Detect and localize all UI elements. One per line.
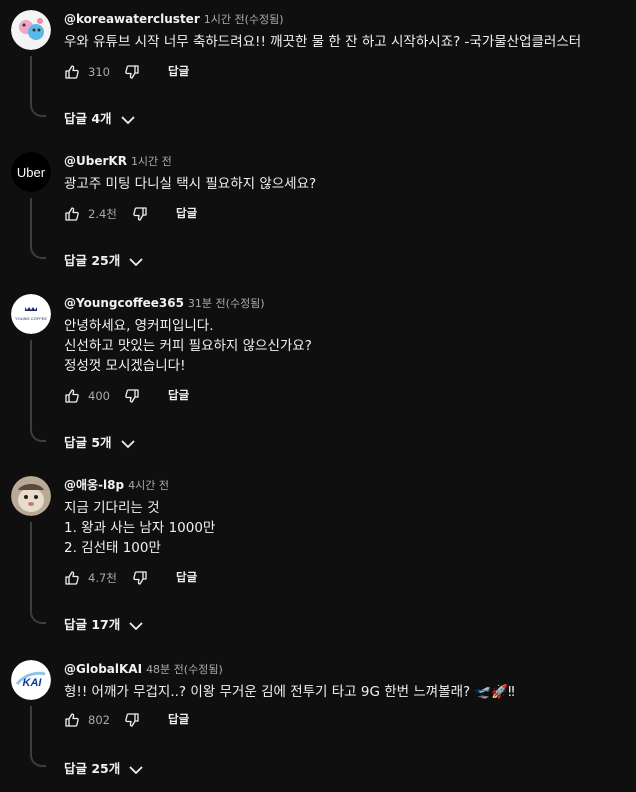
- chevron-down-icon: [120, 115, 135, 124]
- comment-text: 형!! 어깨가 무겁지..? 이왕 무거운 김에 전투기 타고 9G 한번 느껴…: [64, 682, 515, 702]
- like-count: 400: [88, 389, 110, 403]
- comment-author[interactable]: @koreawatercluster: [64, 12, 200, 26]
- thread-line: [30, 522, 46, 624]
- comment-line: 1. 왕과 사는 남자 1000만: [64, 520, 216, 536]
- comment-actions: 802 답글: [64, 710, 364, 730]
- comment-author[interactable]: @GlobalKAI: [64, 662, 142, 676]
- view-replies-button[interactable]: 답글 4개: [64, 108, 136, 128]
- comment-text: 우와 유튜브 시작 너무 축하드려요!! 깨끗한 물 한 잔 하고 시작하시죠?…: [64, 32, 581, 52]
- thumbs-up-icon[interactable]: [64, 712, 80, 728]
- comment-actions: 2.4천 답글: [64, 204, 364, 224]
- comment-line: 우와 유튜브 시작 너무 축하드려요!! 깨끗한 물 한 잔 하고 시작하시죠?…: [64, 34, 582, 50]
- avatar[interactable]: [11, 476, 51, 516]
- view-replies-button[interactable]: 답글 25개: [64, 758, 144, 778]
- comment-actions: 400 답글: [64, 386, 364, 406]
- thumbs-up-icon[interactable]: [64, 206, 80, 222]
- comment-header: @Youngcoffee365 31분 전(수정됨): [64, 295, 265, 312]
- comment-thread: KAI @GlobalKAI 48분 전(수정됨) 형!! 어깨가 무겁지..? …: [0, 650, 636, 792]
- replies-label: 답글 17개: [64, 617, 121, 632]
- reply-button[interactable]: 답글: [168, 387, 189, 403]
- comment-author[interactable]: @애옹-l8p: [64, 478, 124, 492]
- comment-line: 광고주 미팅 다니실 택시 필요하지 않으세요?: [64, 176, 317, 192]
- thread-line: [30, 56, 46, 117]
- thumbs-up-icon[interactable]: [64, 570, 80, 586]
- youngcoffee-logo-text: YOUNG COFFEE: [15, 316, 47, 321]
- thread-line: [30, 340, 46, 442]
- comment-line: 지금 기다리는 것: [64, 500, 160, 516]
- view-replies-button[interactable]: 답글 17개: [64, 614, 144, 634]
- thumbs-down-icon[interactable]: [124, 712, 140, 728]
- comment-time[interactable]: 48분 전(수정됨): [146, 663, 223, 676]
- like-count: 802: [88, 713, 110, 727]
- reply-button[interactable]: 답글: [168, 711, 189, 727]
- comment-time[interactable]: 31분 전(수정됨): [188, 297, 265, 310]
- comment-text: 안녕하세요, 영커피입니다. 신선하고 맛있는 커피 필요하지 않으신가요? 정…: [64, 316, 312, 376]
- comment-thread: @koreawatercluster 1시간 전(수정됨) 우와 유튜브 시작 너…: [0, 0, 636, 140]
- chevron-down-icon: [129, 621, 143, 630]
- comment-text: 지금 기다리는 것 1. 왕과 사는 남자 1000만 2. 김선태 100만: [64, 498, 215, 558]
- thread-line: [30, 198, 46, 259]
- like-count: 2.4천: [88, 207, 117, 221]
- like-count: 4.7천: [88, 571, 117, 585]
- thumbs-down-icon[interactable]: [124, 388, 140, 404]
- reply-button[interactable]: 답글: [176, 569, 197, 585]
- comment-time[interactable]: 1시간 전(수정됨): [204, 13, 284, 26]
- comment-header: @애옹-l8p 4시간 전: [64, 477, 169, 494]
- replies-label: 답글 25개: [64, 253, 121, 268]
- chevron-down-icon: [129, 257, 143, 266]
- replies-label: 답글 5개: [64, 435, 112, 450]
- thumbs-down-icon[interactable]: [124, 64, 140, 80]
- comment-actions: 310 답글: [64, 62, 364, 82]
- comment-line: 2. 김선태 100만: [64, 540, 161, 556]
- like-count: 310: [88, 65, 110, 79]
- replies-label: 답글 25개: [64, 761, 121, 776]
- comment-thread: @애옹-l8p 4시간 전 지금 기다리는 것 1. 왕과 사는 남자 1000만…: [0, 466, 636, 648]
- comment-author[interactable]: @UberKR: [64, 154, 127, 168]
- avatar[interactable]: Uber: [11, 152, 51, 192]
- comment-thread: Uber @UberKR 1시간 전 광고주 미팅 다니실 택시 필요하지 않으세…: [0, 142, 636, 282]
- avatar[interactable]: YOUNG COFFEE: [11, 294, 51, 334]
- kai-logo-text: KAI: [23, 677, 43, 689]
- replies-label: 답글 4개: [64, 111, 112, 126]
- uber-logo-text: Uber: [17, 165, 46, 180]
- comment-line: 정성껏 모시겠습니다!: [64, 358, 186, 374]
- avatar[interactable]: KAI: [11, 660, 51, 700]
- comment-author[interactable]: @Youngcoffee365: [64, 296, 184, 310]
- comment-time[interactable]: 1시간 전: [131, 155, 172, 168]
- comment-header: @UberKR 1시간 전: [64, 153, 172, 170]
- thumbs-up-icon[interactable]: [64, 64, 80, 80]
- reply-button[interactable]: 답글: [176, 205, 197, 221]
- view-replies-button[interactable]: 답글 25개: [64, 250, 144, 270]
- thumbs-down-icon[interactable]: [132, 206, 148, 222]
- thumbs-up-icon[interactable]: [64, 388, 80, 404]
- avatar[interactable]: [11, 10, 51, 50]
- chevron-down-icon: [129, 765, 143, 774]
- thumbs-down-icon[interactable]: [132, 570, 148, 586]
- comment-time[interactable]: 4시간 전: [128, 479, 169, 492]
- comment-line: 형!! 어깨가 무겁지..? 이왕 무거운 김에 전투기 타고 9G 한번 느껴…: [64, 684, 515, 700]
- comment-thread: YOUNG COFFEE @Youngcoffee365 31분 전(수정됨) 안…: [0, 284, 636, 466]
- comment-line: 신선하고 맛있는 커피 필요하지 않으신가요?: [64, 338, 312, 354]
- comment-actions: 4.7천 답글: [64, 568, 364, 588]
- comment-header: @GlobalKAI 48분 전(수정됨): [64, 661, 223, 678]
- comment-line: 안녕하세요, 영커피입니다.: [64, 318, 214, 334]
- chevron-down-icon: [120, 439, 135, 448]
- thread-line: [30, 706, 46, 767]
- comment-header: @koreawatercluster 1시간 전(수정됨): [64, 11, 284, 28]
- comment-text: 광고주 미팅 다니실 택시 필요하지 않으세요?: [64, 174, 316, 194]
- view-replies-button[interactable]: 답글 5개: [64, 432, 136, 452]
- reply-button[interactable]: 답글: [168, 63, 189, 79]
